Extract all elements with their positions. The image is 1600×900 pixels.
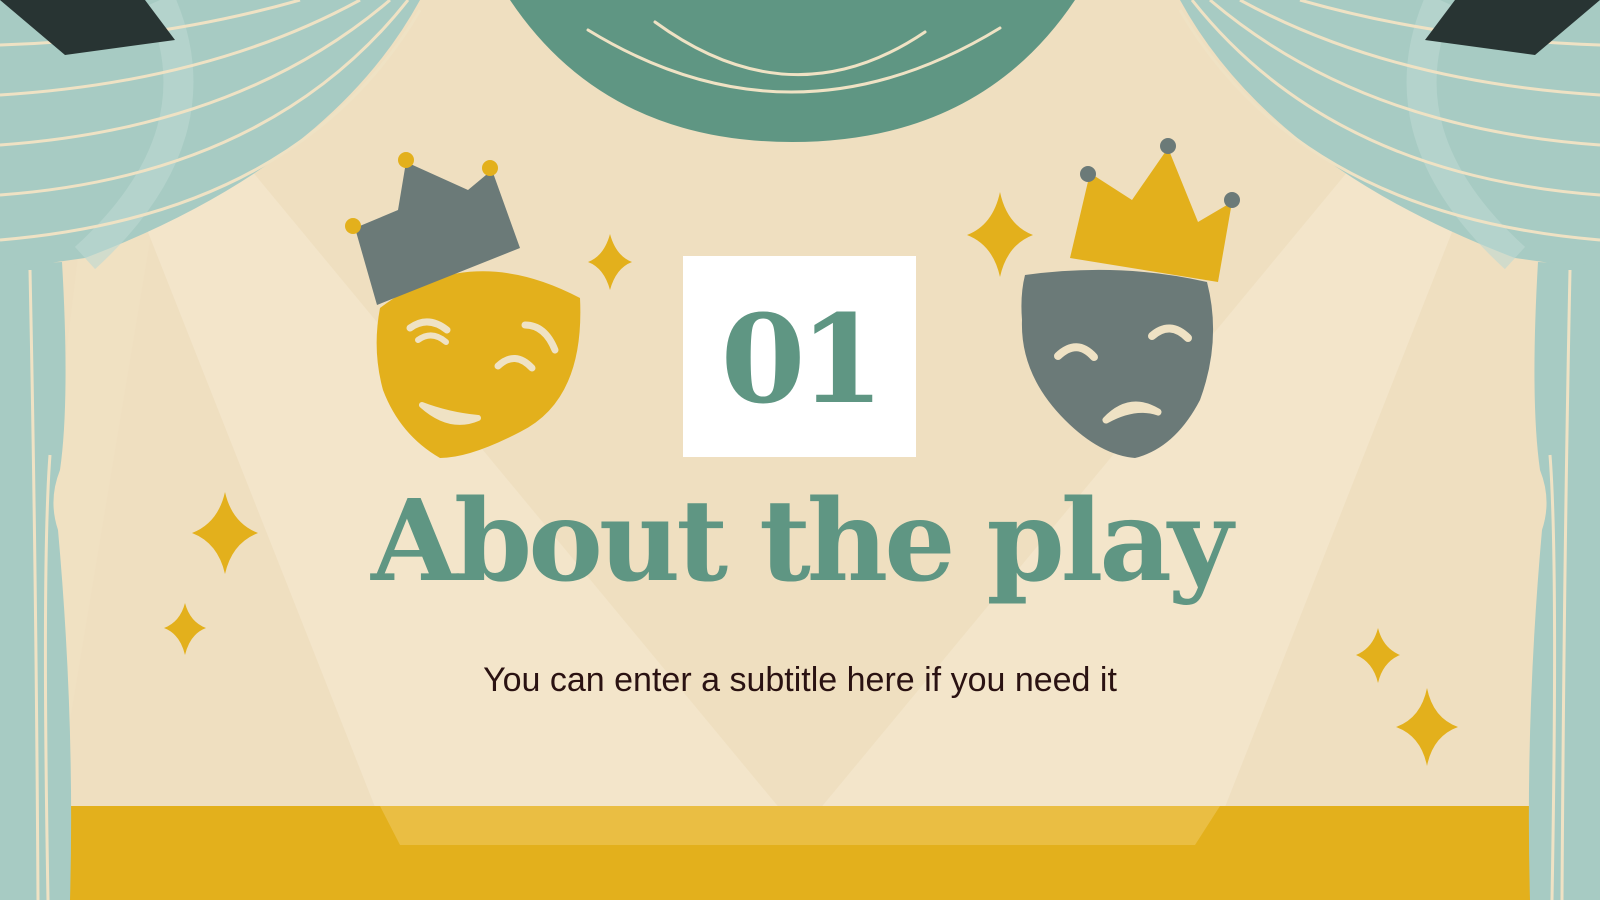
slide-subtitle[interactable]: You can enter a subtitle here if you nee… — [300, 660, 1300, 701]
slide-title[interactable]: About the play — [300, 477, 1300, 607]
slide-number-box: 01 — [683, 256, 916, 457]
crown-icon — [1070, 138, 1240, 282]
stage-floor — [60, 806, 1540, 900]
top-drape — [510, 0, 1075, 142]
slide-number: 01 — [720, 286, 885, 431]
slide-canvas: 01 About the play You can enter a subtit… — [0, 0, 1600, 900]
comedy-mask-icon — [376, 271, 581, 458]
